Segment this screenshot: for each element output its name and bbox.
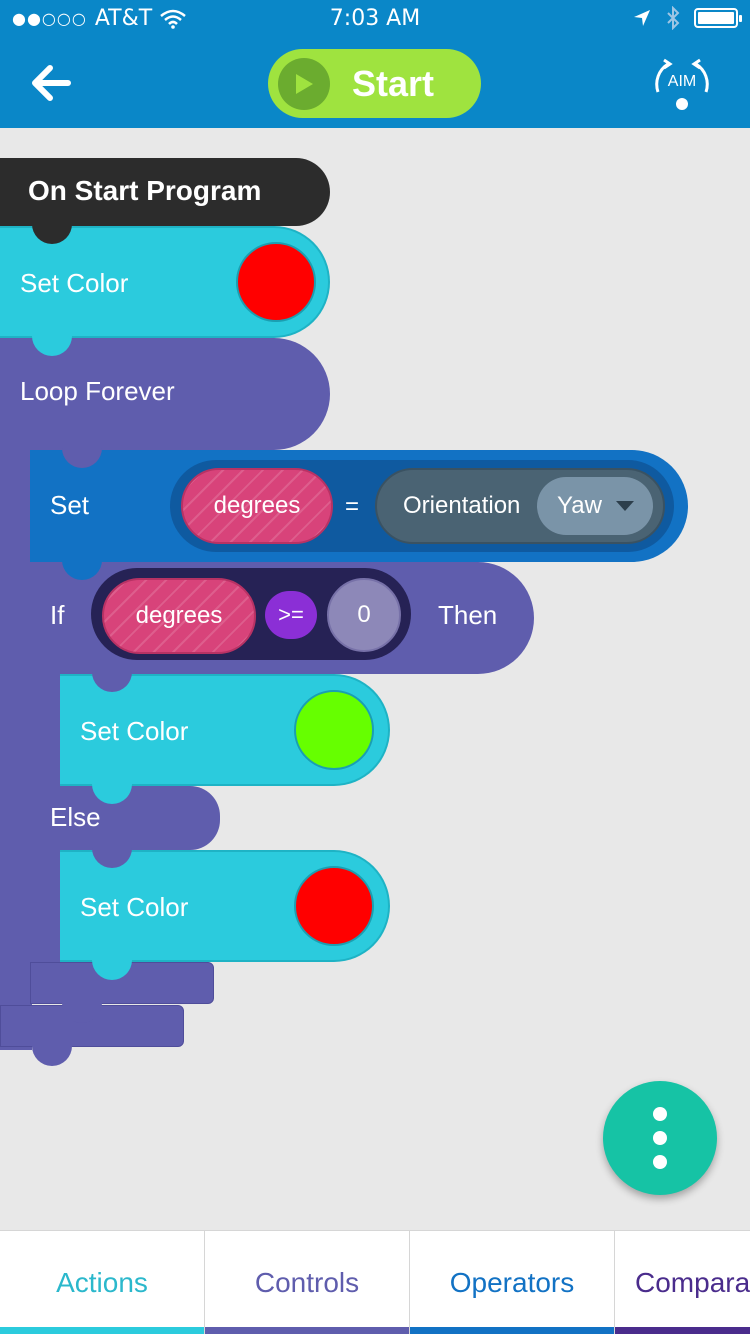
more-vertical-icon[interactable] [603, 1081, 717, 1195]
tab-controls-label: Controls [254, 1267, 360, 1298]
battery-icon [694, 8, 742, 28]
category-tabs: Actions Controls Operators Compara [0, 1230, 750, 1334]
comparison-operator[interactable]: >= [265, 591, 317, 639]
orientation-sensor[interactable]: Orientation Yaw [375, 468, 665, 544]
variable-pill-degrees[interactable]: degrees [181, 468, 333, 544]
tab-controls-bar [205, 1327, 409, 1334]
signal-dots: ●●○○○ [12, 9, 87, 28]
set-color-label-2: Set Color [80, 716, 189, 746]
tab-controls[interactable]: Controls [205, 1231, 410, 1334]
axis-value: Yaw [557, 492, 602, 519]
tab-operators[interactable]: Operators [410, 1231, 615, 1334]
then-label: Then [438, 600, 498, 630]
axis-dropdown[interactable]: Yaw [537, 477, 653, 535]
tab-comparators-bar [615, 1327, 750, 1334]
if-label: If [50, 600, 65, 630]
start-label: Start [352, 62, 435, 104]
top-bar: 7:03 AM ●●○○○ AT&T Start AIM [0, 0, 750, 128]
play-icon [278, 57, 330, 110]
start-button[interactable]: Start [268, 49, 481, 118]
back-arrow-icon[interactable] [28, 60, 78, 106]
aim-button[interactable]: AIM [650, 56, 714, 112]
tab-operators-bar [410, 1327, 614, 1334]
status-left: ●●○○○ AT&T [12, 6, 186, 31]
status-right [632, 6, 742, 30]
aim-icon: AIM [655, 58, 709, 110]
aim-label: AIM [668, 73, 696, 90]
color-swatch-1[interactable] [236, 242, 316, 322]
location-icon [634, 10, 650, 26]
loop-end-notch [32, 1046, 72, 1066]
tab-actions[interactable]: Actions [0, 1231, 205, 1334]
fab-dot [653, 1107, 667, 1121]
bluetooth-icon [667, 6, 680, 30]
equals-sign: = [345, 493, 360, 520]
tab-comparators[interactable]: Compara [615, 1231, 750, 1334]
wifi-icon [160, 9, 186, 29]
set-color-label-1: Set Color [20, 268, 129, 298]
tab-actions-label: Actions [56, 1267, 148, 1298]
fab-dot [653, 1131, 667, 1145]
orientation-label: Orientation [403, 492, 521, 519]
loop-body-rail [0, 440, 32, 1050]
loop-forever-label: Loop Forever [20, 376, 175, 406]
color-swatch-3[interactable] [294, 866, 374, 946]
fab-dot [653, 1155, 667, 1169]
variable-pill-degrees-if[interactable]: degrees [102, 578, 256, 654]
tab-actions-bar [0, 1327, 204, 1334]
else-label: Else [50, 802, 101, 832]
on-start-label: On Start Program [28, 175, 262, 206]
color-swatch-2[interactable] [294, 690, 374, 770]
chevron-down-icon [615, 501, 634, 511]
set-label: Set [50, 490, 90, 520]
carrier-label: AT&T [94, 6, 153, 31]
set-color-label-3: Set Color [80, 892, 189, 922]
comparison-value[interactable]: 0 [327, 578, 401, 652]
tab-comparators-label: Compara [635, 1267, 750, 1298]
on-start-block[interactable]: On Start Program [0, 158, 330, 226]
tab-operators-label: Operators [449, 1267, 575, 1298]
